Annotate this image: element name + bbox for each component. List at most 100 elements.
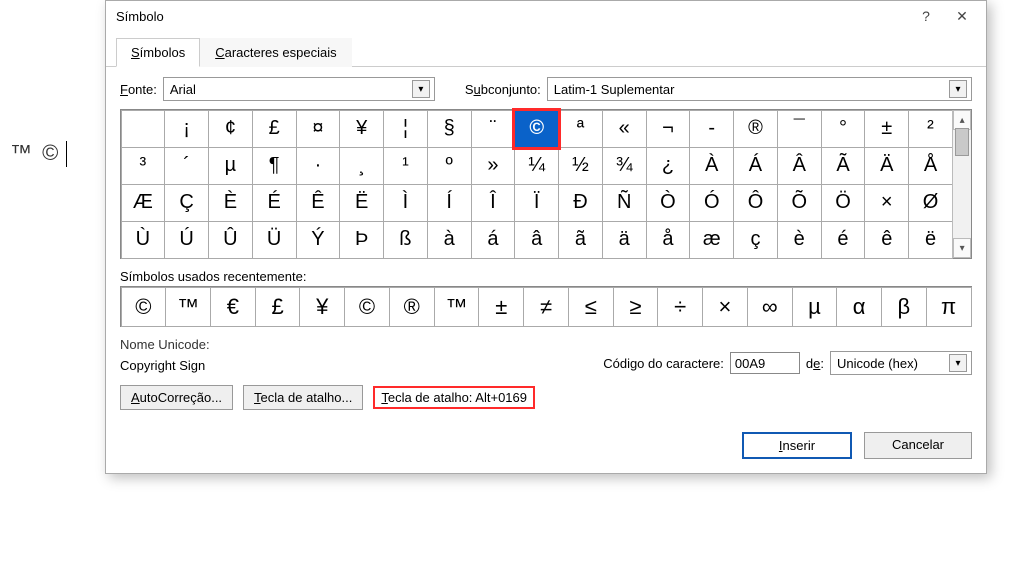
recent-symbol-cell[interactable]: π (926, 287, 972, 327)
symbol-cell[interactable]: É (252, 184, 297, 222)
symbol-cell[interactable]: Ð (558, 184, 603, 222)
recent-symbol-cell[interactable]: ≠ (523, 287, 569, 327)
symbol-cell[interactable]: Í (427, 184, 472, 222)
font-select[interactable]: Arial ▾ (163, 77, 435, 101)
char-code-input[interactable]: 00A9 (730, 352, 800, 374)
symbol-cell[interactable]: Æ (121, 184, 166, 222)
recent-symbol-cell[interactable]: ∞ (747, 287, 793, 327)
symbol-cell[interactable]: ß (383, 221, 428, 259)
symbol-cell[interactable]: ´ (164, 147, 209, 185)
symbol-cell[interactable]: ¿ (646, 147, 691, 185)
symbol-cell[interactable]: ç (733, 221, 778, 259)
symbol-cell[interactable]: ¤ (296, 110, 341, 148)
symbol-cell[interactable]: á (471, 221, 516, 259)
symbol-cell[interactable]: Ç (164, 184, 209, 222)
symbol-cell[interactable]: å (646, 221, 691, 259)
dialog-titlebar[interactable]: Símbolo ? ✕ (106, 1, 986, 31)
scroll-track[interactable] (953, 128, 971, 240)
recent-symbol-cell[interactable]: ≥ (613, 287, 659, 327)
symbol-cell[interactable]: Ê (296, 184, 341, 222)
close-button[interactable]: ✕ (944, 2, 980, 30)
symbol-cell[interactable]: ® (733, 110, 778, 148)
recent-symbol-cell[interactable]: ÷ (657, 287, 703, 327)
symbol-cell[interactable]: è (777, 221, 822, 259)
recent-symbol-cell[interactable]: © (121, 287, 167, 327)
symbol-cell[interactable]: Ô (733, 184, 778, 222)
recent-symbol-cell[interactable]: © (344, 287, 390, 327)
recent-symbol-cell[interactable]: ® (389, 287, 435, 327)
symbol-cell[interactable]: º (427, 147, 472, 185)
symbol-cell[interactable]: ¶ (252, 147, 297, 185)
symbol-cell[interactable]: Ë (339, 184, 384, 222)
cancel-button[interactable]: Cancelar (864, 432, 972, 459)
recent-symbol-cell[interactable]: ™ (165, 287, 211, 327)
insert-button[interactable]: Inserir (742, 432, 852, 459)
symbol-cell[interactable]: é (821, 221, 866, 259)
symbol-cell[interactable]: ê (864, 221, 909, 259)
symbol-cell[interactable]: Á (733, 147, 778, 185)
autocorrect-button[interactable]: AutoCorreção... (120, 385, 233, 410)
symbol-cell[interactable]: Þ (339, 221, 384, 259)
symbol-cell[interactable]: Ì (383, 184, 428, 222)
tab-symbols[interactable]: Símbolos (116, 38, 200, 67)
symbol-cell[interactable]: À (689, 147, 734, 185)
symbol-cell[interactable]: ¡ (164, 110, 209, 148)
symbol-cell[interactable]: Ó (689, 184, 734, 222)
subset-select[interactable]: Latim-1 Suplementar ▾ (547, 77, 972, 101)
symbol-cell[interactable]: ª (558, 110, 603, 148)
symbol-cell[interactable]: Ý (296, 221, 341, 259)
symbol-cell[interactable]: Ä (864, 147, 909, 185)
symbol-cell[interactable]: - (689, 110, 734, 148)
symbol-cell[interactable]: Ú (164, 221, 209, 259)
recent-symbol-cell[interactable]: ¥ (299, 287, 345, 327)
recent-symbol-cell[interactable]: β (881, 287, 927, 327)
recent-symbol-cell[interactable]: × (702, 287, 748, 327)
symbol-cell[interactable]: ¨ (471, 110, 516, 148)
recent-symbol-cell[interactable]: ± (478, 287, 524, 327)
scroll-down-button[interactable]: ▾ (953, 238, 971, 258)
symbol-cell[interactable]: · (296, 147, 341, 185)
scroll-up-button[interactable]: ▴ (953, 110, 971, 130)
symbol-cell[interactable]: ¹ (383, 147, 428, 185)
symbol-cell[interactable]: ° (821, 110, 866, 148)
symbol-cell[interactable]: ¬ (646, 110, 691, 148)
symbol-cell[interactable] (121, 110, 166, 148)
recent-symbol-cell[interactable]: ™ (434, 287, 480, 327)
symbol-cell[interactable]: ë (908, 221, 953, 259)
recent-symbol-cell[interactable]: µ (792, 287, 838, 327)
symbol-cell[interactable]: Ø (908, 184, 953, 222)
symbol-cell[interactable]: à (427, 221, 472, 259)
symbol-cell[interactable]: Ï (514, 184, 559, 222)
symbol-cell[interactable]: Û (208, 221, 253, 259)
symbol-cell[interactable]: ¢ (208, 110, 253, 148)
recent-symbol-cell[interactable]: £ (255, 287, 301, 327)
symbol-cell[interactable]: µ (208, 147, 253, 185)
help-button[interactable]: ? (908, 2, 944, 30)
symbol-cell[interactable]: » (471, 147, 516, 185)
symbol-cell[interactable]: Î (471, 184, 516, 222)
symbol-cell[interactable]: § (427, 110, 472, 148)
symbol-cell[interactable]: Ñ (602, 184, 647, 222)
symbol-cell[interactable]: × (864, 184, 909, 222)
symbol-cell[interactable]: ¾ (602, 147, 647, 185)
symbol-cell[interactable]: ã (558, 221, 603, 259)
symbol-cell[interactable]: Å (908, 147, 953, 185)
recent-symbol-cell[interactable]: ≤ (568, 287, 614, 327)
symbol-cell[interactable]: ½ (558, 147, 603, 185)
symbol-cell[interactable]: Ã (821, 147, 866, 185)
symbol-cell[interactable]: Õ (777, 184, 822, 222)
symbol-cell[interactable]: ¼ (514, 147, 559, 185)
scroll-thumb[interactable] (955, 128, 969, 156)
symbol-cell[interactable]: ¯ (777, 110, 822, 148)
symbol-cell[interactable]: ³ (121, 147, 166, 185)
symbol-cell[interactable]: Ü (252, 221, 297, 259)
recent-symbol-cell[interactable]: € (210, 287, 256, 327)
symbol-cell[interactable]: £ (252, 110, 297, 148)
symbol-cell[interactable]: © (514, 110, 559, 148)
grid-scrollbar[interactable]: ▴ ▾ (952, 110, 971, 258)
symbol-cell[interactable]: Â (777, 147, 822, 185)
symbol-cell[interactable]: â (514, 221, 559, 259)
symbol-cell[interactable]: æ (689, 221, 734, 259)
encoding-select[interactable]: Unicode (hex) ▾ (830, 351, 972, 375)
symbol-cell[interactable]: ¦ (383, 110, 428, 148)
